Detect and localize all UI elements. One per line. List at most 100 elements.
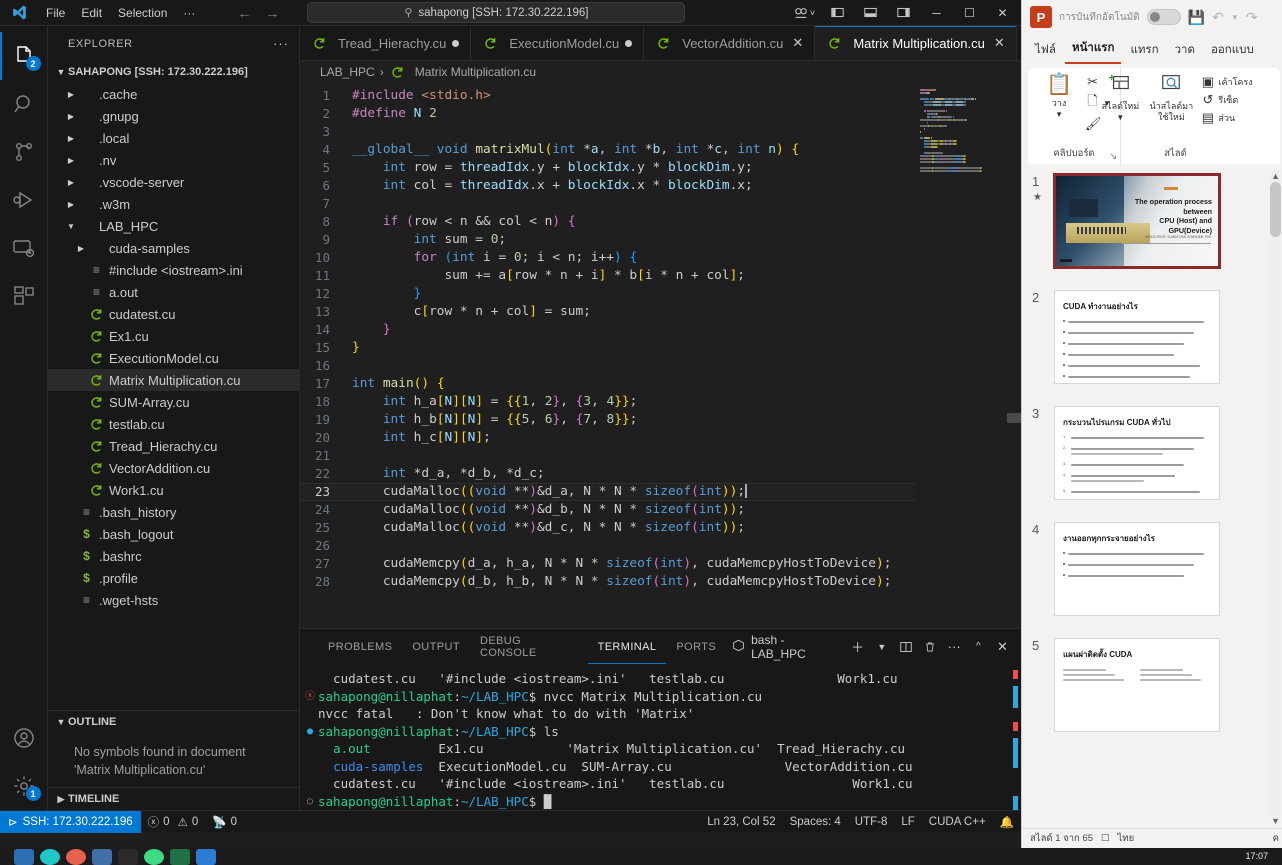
activity-run-debug[interactable] bbox=[0, 176, 48, 224]
powerpoint-ribbon-tab[interactable]: วาด bbox=[1168, 38, 1202, 64]
toggle-secondary-sidebar-icon[interactable] bbox=[887, 0, 920, 26]
slide-canvas[interactable]: The operation processbetweenCPU (Host) a… bbox=[1054, 174, 1220, 268]
menu-file[interactable]: File bbox=[38, 3, 73, 23]
slide-counter[interactable]: สไลด์ 1 จาก 65 bbox=[1030, 831, 1093, 846]
powerpoint-ribbon-tab[interactable]: หน้าแรก bbox=[1065, 36, 1121, 64]
terminal-output[interactable]: cudatest.cu '#include <iostream>.ini' te… bbox=[300, 664, 1021, 810]
file-tree-item[interactable]: ≡#include <iostream>.ini bbox=[48, 259, 299, 281]
code-line[interactable]: 16 bbox=[300, 357, 916, 375]
panel-tab[interactable]: DEBUG CONSOLE bbox=[470, 629, 588, 664]
editor-tab[interactable]: Tread_Hierachy.cu bbox=[300, 26, 471, 60]
code-line[interactable]: 8 if (row < n && col < n) { bbox=[300, 213, 916, 231]
indentation[interactable]: Spaces: 4 bbox=[783, 811, 848, 833]
terminal-scrollbar[interactable] bbox=[1013, 664, 1018, 810]
notes-button[interactable]: ค bbox=[1273, 831, 1282, 846]
activity-search[interactable] bbox=[0, 80, 48, 128]
maximize-panel-icon[interactable]: ^ bbox=[968, 636, 989, 658]
undo-dropdown-icon[interactable]: ▼ bbox=[1231, 13, 1239, 22]
explorer-more-icon[interactable]: ··· bbox=[273, 36, 289, 51]
code-line[interactable]: 22 int *d_a, *d_b, *d_c; bbox=[300, 465, 916, 483]
file-tree-item[interactable]: SUM-Array.cu bbox=[48, 391, 299, 413]
chevron-down-icon[interactable]: ▼ bbox=[871, 636, 892, 658]
code-line[interactable]: 21 bbox=[300, 447, 916, 465]
code-line[interactable]: 27 cudaMemcpy(d_a, h_a, N * N * sizeof(i… bbox=[300, 555, 916, 573]
breadcrumb[interactable]: LAB_HPC › Matrix Multiplication.cu bbox=[300, 61, 1021, 83]
file-tree-item[interactable]: cudatest.cu bbox=[48, 303, 299, 325]
editor-tab[interactable]: VectorAddition.cu✕ bbox=[644, 26, 815, 60]
slide-canvas[interactable]: กระบวนไปรแกรม CUDA ทั่วไป1.2.3.4.5. bbox=[1054, 406, 1220, 500]
encoding[interactable]: UTF-8 bbox=[848, 811, 895, 833]
file-tree-item[interactable]: Matrix Multiplication.cu bbox=[48, 369, 299, 391]
menu-bar[interactable]: File Edit Selection ··· bbox=[38, 3, 203, 23]
panel-tab[interactable]: PROBLEMS bbox=[318, 629, 402, 664]
code-line[interactable]: 5 int row = threadIdx.y + blockIdx.y * b… bbox=[300, 159, 916, 177]
powerpoint-ribbon-tab[interactable]: ไฟล์ bbox=[1028, 38, 1063, 64]
slide-thumbnail[interactable]: 5แผนผ่าติดตั้ง CUDA bbox=[1054, 638, 1265, 732]
file-tree-item[interactable]: $.bashrc bbox=[48, 545, 299, 567]
slide-canvas[interactable]: CUDA ทำงานอย่างไร bbox=[1054, 290, 1220, 384]
chevron-right-icon[interactable]: ▶ bbox=[64, 134, 78, 143]
panel-tab-bar[interactable]: PROBLEMSOUTPUTDEBUG CONSOLETERMINALPORTS… bbox=[300, 629, 1021, 664]
command-center-search[interactable]: ⚲ sahapong [SSH: 172.30.222.196] bbox=[307, 2, 685, 23]
slide-thumbnail-pane[interactable]: ▲ ▼ 1★The operation processbetweenCPU (H… bbox=[1022, 168, 1282, 828]
close-button[interactable]: ✕ bbox=[986, 0, 1019, 26]
file-tree-item[interactable]: VectorAddition.cu bbox=[48, 457, 299, 479]
file-tree-item[interactable]: ▶.w3m bbox=[48, 193, 299, 215]
taskbar-android-icon[interactable] bbox=[144, 849, 164, 865]
taskbar-red-app-icon[interactable] bbox=[66, 849, 86, 865]
panel-tab[interactable]: OUTPUT bbox=[402, 629, 470, 664]
panel-tab[interactable]: TERMINAL bbox=[588, 629, 667, 664]
file-tree-item[interactable]: ▶.gnupg bbox=[48, 105, 299, 127]
remote-status-item[interactable]: ⊳ SSH: 172.30.222.196 bbox=[0, 811, 141, 833]
slide-thumbnail[interactable]: 4งานออกทุกกระจายอย่างไร bbox=[1054, 522, 1265, 616]
minimap[interactable] bbox=[916, 83, 1021, 628]
minimize-button[interactable]: ─ bbox=[920, 0, 953, 26]
code-line[interactable]: 9 int sum = 0; bbox=[300, 231, 916, 249]
code-editor[interactable]: 1#include <stdio.h>2#define N 234__globa… bbox=[300, 83, 1021, 628]
navigation-arrows[interactable]: ← → bbox=[237, 5, 279, 21]
eol[interactable]: LF bbox=[894, 811, 921, 833]
taskbar-apps[interactable] bbox=[0, 849, 216, 865]
workspace-root-row[interactable]: ▼ SAHAPONG [SSH: 172.30.222.196] bbox=[48, 61, 299, 83]
panel-actions[interactable]: bash - LAB_HPC ＋ ▼ ··· ^ bbox=[726, 631, 1021, 663]
maximize-button[interactable]: ☐ bbox=[953, 0, 986, 26]
file-tree-item[interactable]: ▼LAB_HPC bbox=[48, 215, 299, 237]
code-line[interactable]: 25 cudaMalloc((void **)&d_c, N * N * siz… bbox=[300, 519, 916, 537]
code-line[interactable]: 1#include <stdio.h> bbox=[300, 87, 916, 105]
chevron-right-icon[interactable]: ▶ bbox=[64, 112, 78, 121]
file-tree-item[interactable]: ≡a.out bbox=[48, 281, 299, 303]
menu-edit[interactable]: Edit bbox=[73, 3, 110, 23]
code-line[interactable]: 6 int col = threadIdx.x + blockIdx.x * b… bbox=[300, 177, 916, 195]
slide-pane-scroll-thumb[interactable] bbox=[1270, 182, 1281, 237]
file-tree-item[interactable]: Work1.cu bbox=[48, 479, 299, 501]
section-button[interactable]: ▤ส่วน bbox=[1200, 110, 1252, 126]
paste-button[interactable]: 📋 วาง ▼ bbox=[1037, 72, 1081, 120]
scroll-down-icon[interactable]: ▼ bbox=[1271, 816, 1280, 826]
language-mode[interactable]: CUDA C++ bbox=[922, 811, 993, 833]
terminal-instance[interactable]: bash - LAB_HPC bbox=[726, 631, 844, 663]
cursor-position[interactable]: Ln 23, Col 52 bbox=[700, 811, 782, 833]
ports-status-item[interactable]: 📡 0 bbox=[205, 811, 244, 833]
file-tree[interactable]: ▶.cache▶.gnupg▶.local▶.nv▶.vscode-server… bbox=[48, 83, 299, 710]
taskbar-vscode-icon[interactable] bbox=[118, 849, 138, 865]
code-line[interactable]: 18 int h_a[N][N] = {{1, 2}, {3, 4}}; bbox=[300, 393, 916, 411]
slide-canvas[interactable]: แผนผ่าติดตั้ง CUDA bbox=[1054, 638, 1220, 732]
code-line[interactable]: 20 int h_c[N][N]; bbox=[300, 429, 916, 447]
layout-button[interactable]: ▣เค้าโครง bbox=[1200, 74, 1252, 90]
clipboard-dialog-launcher[interactable]: ↘ bbox=[1109, 151, 1117, 162]
menu-more[interactable]: ··· bbox=[175, 3, 203, 23]
file-tree-item[interactable]: ▶.local bbox=[48, 127, 299, 149]
file-tree-item[interactable]: ≡.wget-hsts bbox=[48, 589, 299, 611]
panel-more-icon[interactable]: ··· bbox=[944, 636, 965, 658]
file-tree-item[interactable]: ▶.vscode-server bbox=[48, 171, 299, 193]
taskbar-word-icon[interactable] bbox=[196, 849, 216, 865]
activity-extensions[interactable] bbox=[0, 272, 48, 320]
taskbar-clock[interactable]: 17:07 bbox=[1245, 852, 1282, 861]
code-line[interactable]: 2#define N 2 bbox=[300, 105, 916, 123]
code-line[interactable]: 7 bbox=[300, 195, 916, 213]
code-line[interactable]: 4__global__ void matrixMul(int *a, int *… bbox=[300, 141, 916, 159]
slide-canvas[interactable]: งานออกทุกกระจายอย่างไร bbox=[1054, 522, 1220, 616]
code-line[interactable]: 23 cudaMalloc((void **)&d_a, N * N * siz… bbox=[300, 483, 916, 501]
taskbar-file-explorer-icon[interactable] bbox=[14, 849, 34, 865]
powerpoint-ribbon-tab[interactable]: ออกแบบ bbox=[1204, 38, 1261, 64]
